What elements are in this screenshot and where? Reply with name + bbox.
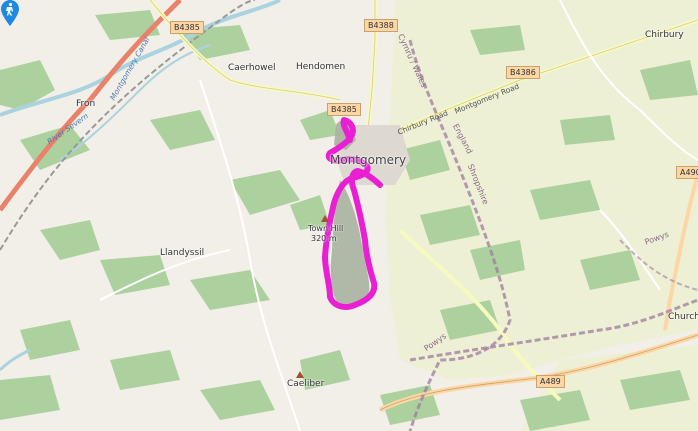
road-shield-a489: A489 bbox=[536, 375, 565, 388]
map-canvas[interactable]: Montgomery Caerhowel Hendomen Fron Lland… bbox=[0, 0, 698, 431]
place-label-chirbury: Chirbury bbox=[645, 30, 684, 40]
place-label-caeliber: Caeliber bbox=[287, 379, 325, 389]
place-label-hendomen: Hendomen bbox=[296, 62, 346, 72]
road-shield-b4385-top: B4385 bbox=[170, 21, 204, 34]
hiker-icon[interactable] bbox=[0, 0, 20, 26]
place-label-montgomery: Montgomery bbox=[330, 153, 407, 167]
place-label-llandyssil: Llandyssil bbox=[160, 248, 205, 258]
place-label-caerhowel: Caerhowel bbox=[228, 63, 276, 73]
road-shield-b4386: B4386 bbox=[506, 66, 540, 79]
road-shield-a490: A490 bbox=[676, 166, 698, 179]
place-label-church: Church bbox=[668, 312, 698, 322]
peak-label-town-hill: Town Hill bbox=[308, 224, 344, 233]
road-shield-b4385-mid: B4385 bbox=[327, 103, 361, 116]
map-base-layer bbox=[0, 0, 698, 431]
peak-elevation: 320 m bbox=[311, 234, 337, 243]
road-shield-b4388: B4388 bbox=[364, 19, 398, 32]
place-label-fron: Fron bbox=[76, 99, 96, 109]
